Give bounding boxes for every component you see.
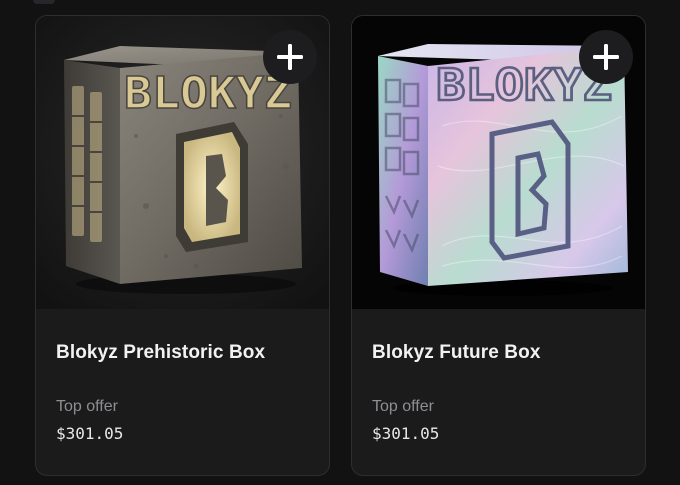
- nft-card-prehistoric-box[interactable]: BLOKYZ Blokyz Prehistoric Box Top offer …: [35, 15, 330, 476]
- top-offer-price: $301.05: [372, 424, 440, 443]
- nft-card-future-box[interactable]: BLOKYZ Blokyz Future Box Top offer $301.…: [351, 15, 646, 476]
- plus-icon: [593, 44, 619, 70]
- card-title: Blokyz Future Box: [372, 342, 541, 363]
- top-offer-label: Top offer: [372, 398, 434, 415]
- add-to-collection-button[interactable]: [579, 30, 633, 84]
- previous-row-tab: [33, 0, 55, 4]
- top-offer-label: Top offer: [56, 398, 118, 415]
- cube-logo-text: BLOKYZ: [124, 68, 292, 119]
- card-title: Blokyz Prehistoric Box: [56, 342, 266, 363]
- top-offer-price: $301.05: [56, 424, 124, 443]
- add-to-collection-button[interactable]: [263, 30, 317, 84]
- plus-icon: [277, 44, 303, 70]
